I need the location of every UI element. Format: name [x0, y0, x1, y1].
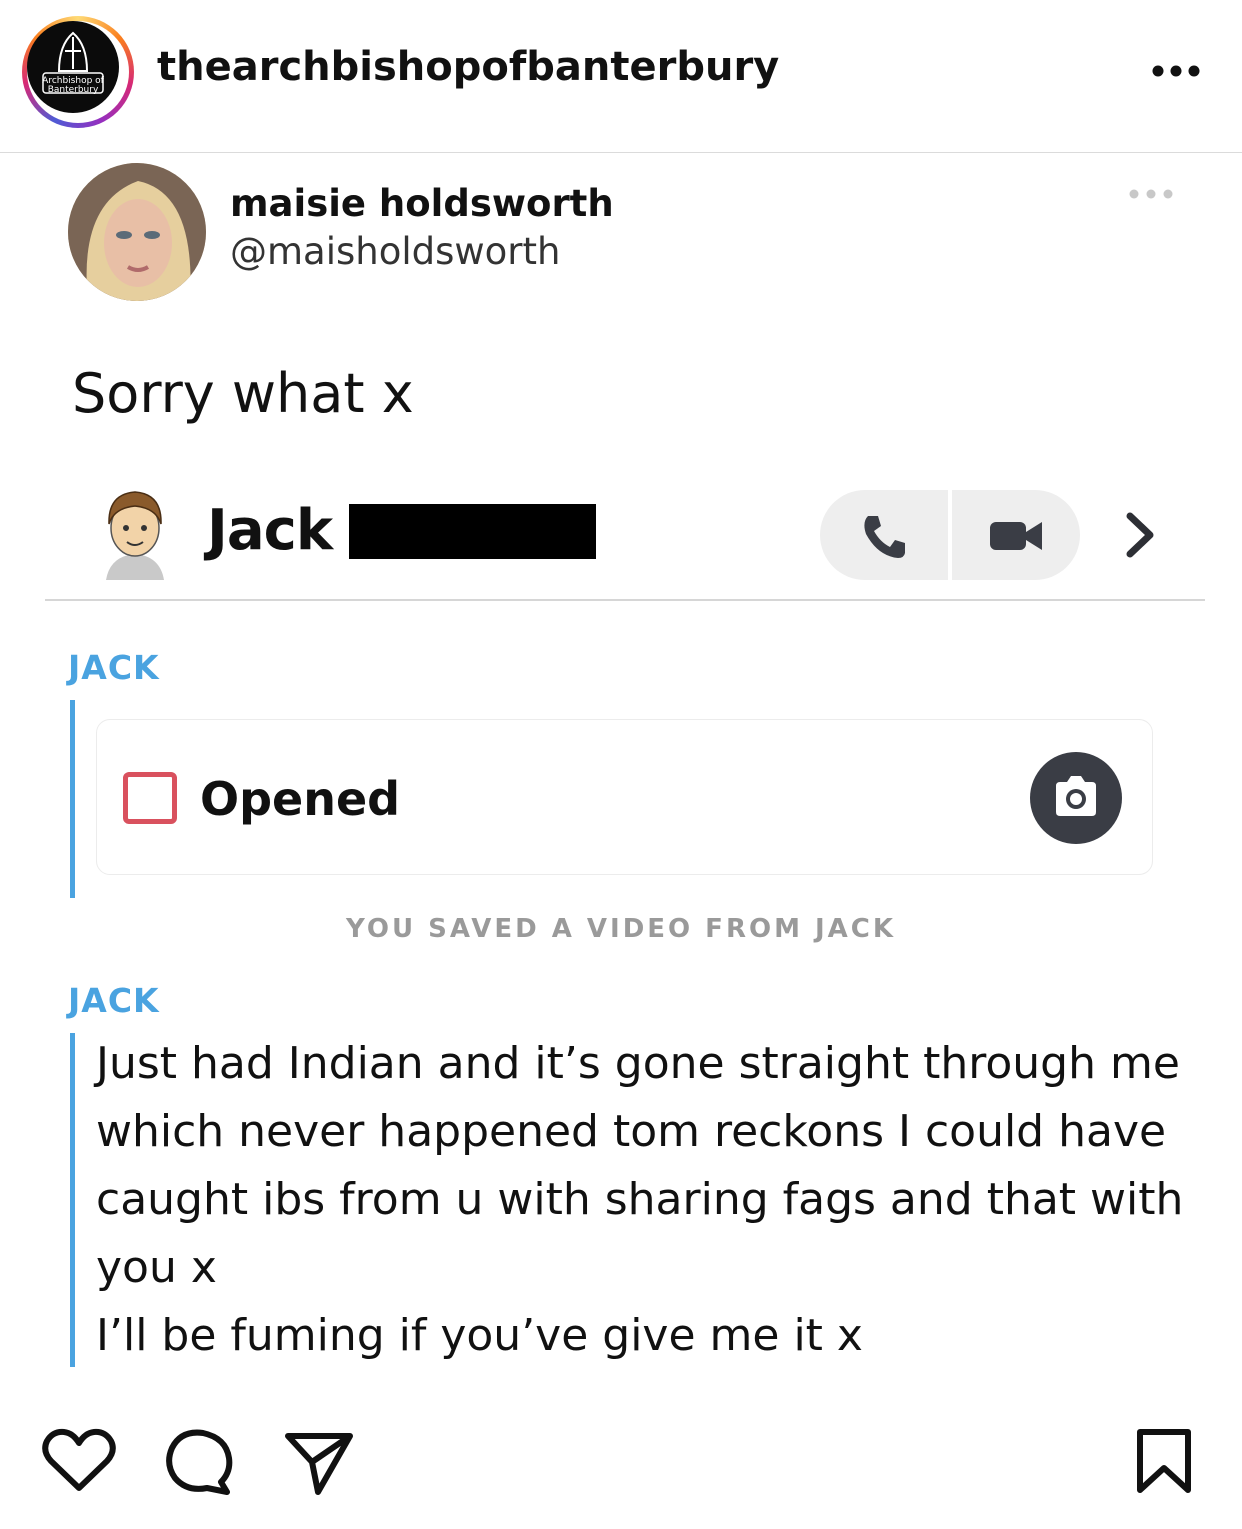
sender-label: JACK [68, 981, 160, 1020]
account-username[interactable]: thearchbishopofbanterbury [157, 44, 779, 90]
chat-message-text: Just had Indian and it’s gone straight t… [96, 1030, 1206, 1370]
redaction-bar [349, 504, 596, 559]
archbishop-logo: Archbishop of Banterbury [27, 21, 119, 113]
bitmoji-avatar [106, 491, 164, 580]
message-line: you x [96, 1242, 217, 1293]
header-divider [45, 599, 1205, 601]
video-camera-icon[interactable] [988, 516, 1044, 556]
more-options-icon[interactable] [1150, 60, 1202, 82]
phone-icon[interactable] [858, 510, 910, 562]
chat-contact-name: Jack [207, 498, 333, 563]
logo-text: Archbishop of Banterbury [42, 76, 104, 95]
mitre-icon [42, 31, 104, 94]
tweet-avatar[interactable] [68, 163, 206, 301]
tweet-more-icon[interactable] [1128, 186, 1174, 202]
account-avatar[interactable]: Archbishop of Banterbury [22, 16, 134, 128]
profile-photo [68, 163, 206, 301]
camera-icon [1056, 776, 1096, 816]
sender-bar [70, 1033, 75, 1367]
snap-status-label: Opened [200, 772, 401, 826]
tweet-text: Sorry what x [72, 362, 414, 425]
heart-icon[interactable] [42, 1428, 116, 1494]
share-icon[interactable] [284, 1428, 354, 1496]
message-line: caught ibs from u with sharing fags and … [96, 1174, 1184, 1225]
message-line: Just had Indian and it’s gone straight t… [96, 1038, 1180, 1089]
system-note: YOU SAVED A VIDEO FROM JACK [345, 914, 897, 944]
sender-bar [70, 700, 75, 898]
comment-icon[interactable] [165, 1428, 233, 1496]
opened-status-icon [123, 772, 177, 824]
camera-reply-button[interactable] [1030, 752, 1122, 844]
post-header: Archbishop of Banterbury thearchbishopof… [0, 0, 1242, 153]
chevron-right-icon[interactable] [1120, 508, 1160, 562]
tweet-handle[interactable]: @maisholdsworth [230, 230, 560, 273]
sender-label: JACK [68, 648, 160, 687]
message-line: I’ll be fuming if you’ve give me it x [96, 1310, 863, 1361]
bookmark-icon[interactable] [1134, 1428, 1194, 1496]
message-line: which never happened tom reckons I could… [96, 1106, 1167, 1157]
tweet-display-name[interactable]: maisie holdsworth [230, 182, 614, 225]
